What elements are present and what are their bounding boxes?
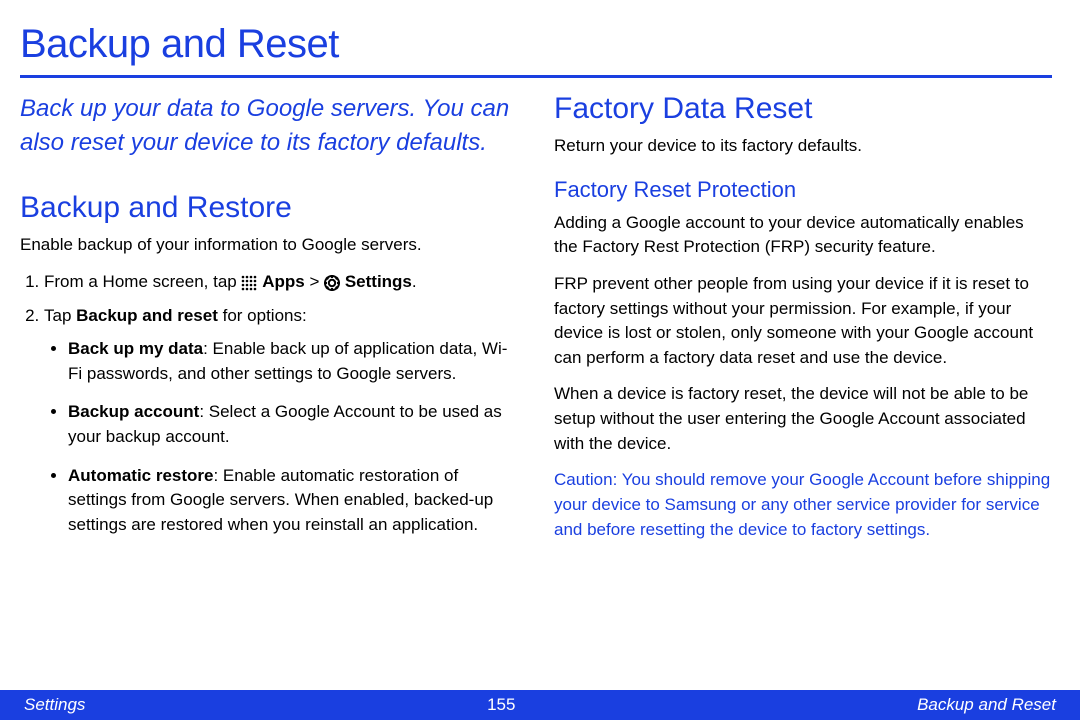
frp-p2: FRP prevent other people from using your… bbox=[554, 272, 1052, 371]
step1-post: . bbox=[412, 272, 417, 291]
caution-note: Caution: You should remove your Google A… bbox=[554, 468, 1052, 542]
step2-post: for options: bbox=[218, 306, 307, 325]
title-rule bbox=[20, 75, 1052, 78]
footer-chapter: Backup and Reset bbox=[917, 695, 1056, 715]
bullet-term: Backup account bbox=[68, 402, 199, 421]
section2-lead: Return your device to its factory defaul… bbox=[554, 134, 1052, 159]
left-column: Back up your data to Google servers. You… bbox=[20, 92, 518, 552]
manual-page: Backup and Reset Back up your data to Go… bbox=[0, 0, 1080, 720]
frp-p1: Adding a Google account to your device a… bbox=[554, 211, 1052, 260]
apps-grid-icon bbox=[241, 274, 257, 290]
options-list: Back up my data: Enable back up of appli… bbox=[44, 337, 518, 537]
section-heading-factory-reset: Factory Data Reset bbox=[554, 92, 1052, 126]
right-column: Factory Data Reset Return your device to… bbox=[554, 92, 1052, 552]
page-title: Backup and Reset bbox=[20, 22, 1052, 67]
step1-pre: From a Home screen, tap bbox=[44, 272, 241, 291]
caution-text: : You should remove your Google Account … bbox=[554, 470, 1050, 538]
bullet-term: Back up my data bbox=[68, 339, 203, 358]
caution-label: Caution bbox=[554, 470, 613, 489]
settings-label: Settings bbox=[345, 272, 412, 291]
gt-sep: > bbox=[309, 272, 324, 291]
step-1: From a Home screen, tap Apps > bbox=[44, 270, 518, 295]
frp-p3: When a device is factory reset, the devi… bbox=[554, 382, 1052, 456]
settings-gear-icon bbox=[324, 274, 340, 290]
page-footer: Settings 155 Backup and Reset bbox=[0, 690, 1080, 720]
option-automatic-restore: Automatic restore: Enable automatic rest… bbox=[68, 464, 518, 538]
step-2: Tap Backup and reset for options: Back u… bbox=[44, 304, 518, 537]
apps-label: Apps bbox=[262, 272, 305, 291]
section-heading-backup-restore: Backup and Restore bbox=[20, 191, 518, 225]
step2-bold: Backup and reset bbox=[76, 306, 218, 325]
footer-section: Settings bbox=[24, 695, 85, 715]
section1-lead: Enable backup of your information to Goo… bbox=[20, 233, 518, 258]
subsection-heading-frp: Factory Reset Protection bbox=[554, 177, 1052, 203]
intro-text: Back up your data to Google servers. You… bbox=[20, 92, 518, 159]
steps-list: From a Home screen, tap Apps > bbox=[20, 270, 518, 538]
footer-page-number: 155 bbox=[487, 695, 515, 715]
content-columns: Back up your data to Google servers. You… bbox=[20, 92, 1052, 552]
step2-pre: Tap bbox=[44, 306, 76, 325]
option-backup-account: Backup account: Select a Google Account … bbox=[68, 400, 518, 449]
bullet-term: Automatic restore bbox=[68, 466, 213, 485]
option-backup-my-data: Back up my data: Enable back up of appli… bbox=[68, 337, 518, 386]
